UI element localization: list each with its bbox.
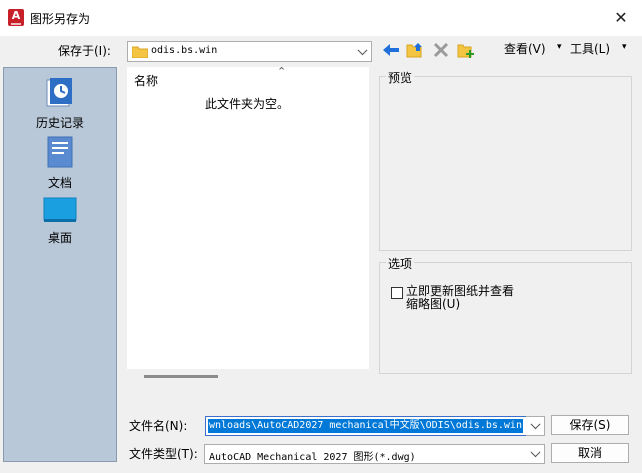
sidebar-item-label: 历史记录 — [35, 116, 84, 130]
up-folder-icon[interactable] — [406, 42, 424, 58]
tools-menu-button[interactable]: 工具(L) — [570, 40, 610, 57]
sidebar-item-label: 文档 — [47, 176, 72, 190]
save-button[interactable]: 保存(S) — [551, 415, 629, 435]
close-button[interactable]: ✕ — [606, 4, 636, 32]
horizontal-scrollbar[interactable] — [144, 375, 218, 378]
window-title: 图形另存为 — [30, 12, 91, 26]
title-bar: A 图形另存为 ✕ — [0, 0, 642, 36]
filename-input[interactable]: wnloads\AutoCAD2027 mechanical中文版\ODIS\o… — [205, 416, 545, 436]
sidebar-item-history[interactable]: 历史记录 — [4, 76, 116, 131]
empty-folder-message: 此文件夹为空。 — [204, 97, 289, 111]
file-list[interactable]: 名称 ⌃ 此文件夹为空。 — [127, 65, 369, 369]
desktop-icon — [43, 197, 77, 222]
filename-dropdown-button[interactable] — [526, 416, 545, 436]
preview-group: 预览 — [379, 69, 632, 251]
view-menu-button[interactable]: 查看(V) — [504, 40, 546, 57]
chevron-down-icon — [530, 419, 541, 430]
view-dropdown-arrow-icon[interactable]: ▾ — [557, 42, 562, 52]
folder-icon — [132, 46, 148, 58]
history-icon — [46, 78, 72, 107]
delete-x-icon[interactable] — [432, 42, 450, 58]
save-in-value: odis.bs.win — [151, 45, 218, 56]
chevron-down-icon — [357, 44, 368, 55]
save-in-dropdown[interactable]: odis.bs.win — [127, 41, 372, 62]
options-title: 选项 — [386, 255, 415, 272]
column-header-name[interactable]: 名称 — [134, 72, 158, 89]
back-arrow-icon[interactable] — [382, 42, 400, 58]
new-folder-icon[interactable] — [457, 42, 475, 58]
sort-up-icon: ⌃ — [277, 65, 287, 78]
filetype-dropdown[interactable]: AutoCAD Mechanical 2027 图形(*.dwg) — [204, 444, 545, 464]
autocad-app-icon: A — [8, 9, 24, 26]
options-group: 选项 — [379, 255, 632, 374]
filename-label: 文件名(N): — [129, 419, 188, 433]
filetype-value: AutoCAD Mechanical 2027 图形(*.dwg) — [209, 452, 416, 463]
tools-dropdown-arrow-icon[interactable]: ▾ — [622, 42, 627, 52]
checkbox-label-line2: 缩略图(U) — [406, 297, 461, 311]
cancel-button[interactable]: 取消 — [551, 443, 629, 463]
filename-value: wnloads\AutoCAD2027 mechanical中文版\ODIS\o… — [208, 419, 523, 433]
preview-title: 预览 — [386, 69, 415, 86]
sidebar-item-label: 桌面 — [47, 231, 72, 245]
update-thumbnail-checkbox[interactable] — [391, 287, 403, 299]
save-in-label: 保存于(I): — [58, 44, 111, 58]
sidebar-item-desktop[interactable]: 桌面 — [4, 197, 116, 246]
chevron-down-icon — [530, 447, 541, 458]
documents-icon — [47, 136, 73, 168]
update-thumbnail-label[interactable]: 立即更新图纸并查看 缩略图(U) — [406, 285, 514, 311]
sidebar-item-documents[interactable]: 文档 — [4, 136, 116, 191]
places-sidebar: 历史记录 文档 桌面 — [3, 67, 117, 462]
filetype-label: 文件类型(T): — [129, 447, 198, 461]
